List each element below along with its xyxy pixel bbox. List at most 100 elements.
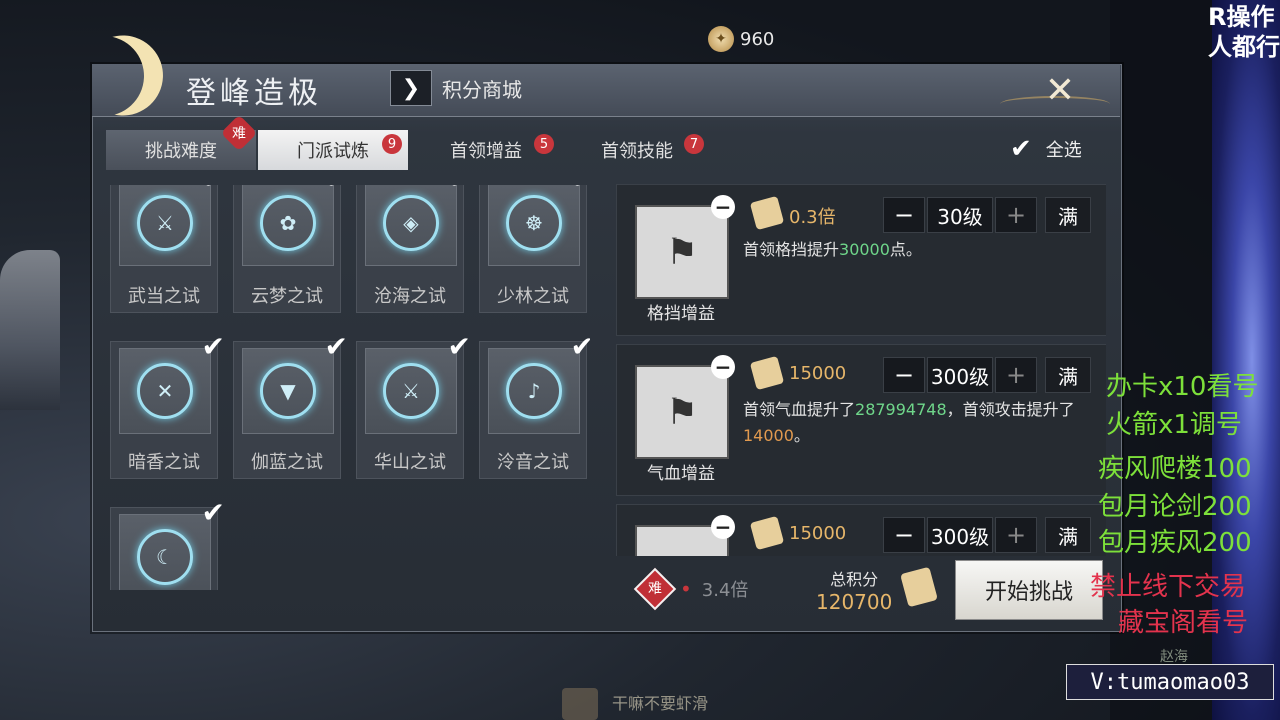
buff-description: 首领气血提升了287994748，首领攻击提升了14000。 [743,400,1075,445]
increase-button[interactable]: + [995,357,1037,393]
buff-item-health: ⚑ − 气血增益 15000 − 300级 + 满 首领气血提升了2879947… [616,344,1106,496]
trial-label: 少林之试 [497,286,569,307]
overlay-ad-3: 疾风爬楼100 [1098,454,1252,484]
tab-boss-skill[interactable]: 首领技能 7 [576,130,704,170]
trial-label: 泠音之试 [497,452,569,473]
trial-grid: ⚔ 武当之试 ✔ ✿ 云梦之试 ✔ ◈ 沧海之试 ✔ ☸ 少林之试 ✔ ✕ 暗香… [110,185,590,590]
tab-label: 门派试炼 [297,141,369,162]
points-shop-link[interactable]: 积分商城 [442,74,522,103]
decrease-button[interactable]: − [883,197,925,233]
max-button[interactable]: 满 [1045,517,1091,553]
trial-icon: ⚔ [365,348,457,434]
level-stepper: − 30级 + 满 [883,197,1091,233]
buff-item-third: ⚑ − 15000 − 300级 + 满 [616,504,1106,556]
increase-button[interactable]: + [995,517,1037,553]
flag-icon: ⚑ [635,365,729,459]
scroll-icon [749,355,785,391]
select-all-toggle[interactable]: ✔ 全选 [1010,136,1082,162]
trial-label: 武当之试 [128,286,200,307]
streamer-id: V:tumaomao03 [1066,664,1274,700]
checkmark-icon: ✔ [324,330,348,363]
overlay-ad-1: 办卡x10看号 [1106,372,1259,402]
overlay-ad-5: 包月疾风200 [1098,528,1252,558]
total-points: 总积分 120700 [816,566,892,614]
chat-avatar-icon [562,688,598,720]
tab-label: 挑战难度 [145,141,217,162]
total-value: 120700 [816,590,893,614]
increase-button[interactable]: + [995,197,1037,233]
select-all-label: 全选 [1045,140,1082,161]
trial-card-huashan[interactable]: ⚔ 华山之试 ✔ [356,330,471,479]
start-challenge-button[interactable]: 开始挑战 [955,560,1103,620]
trial-card-wudang[interactable]: ⚔ 武当之试 ✔ [110,185,225,313]
checkmark-icon: ✔ [447,330,471,363]
hard-badge: 难 [633,567,677,611]
trial-card-yunmeng[interactable]: ✿ 云梦之试 ✔ [233,185,348,313]
count-badge: 5 [534,134,554,154]
decrease-button[interactable]: − [883,517,925,553]
scroll-icon [749,515,785,551]
trial-icon: ✿ [242,185,334,266]
checkmark-icon: ✔ [202,185,225,195]
remove-buff-button[interactable]: − [711,515,735,539]
trial-card-qielan[interactable]: ▼ 伽蓝之试 ✔ [233,330,348,479]
scroll-icon [749,195,785,231]
trial-label: 华山之试 [374,452,446,473]
level-stepper: − 300级 + 满 [883,357,1091,393]
trial-label: 云梦之试 [251,286,323,307]
buff-multiplier: 15000 [789,523,847,544]
overlay-ad-4: 包月论剑200 [1098,492,1252,522]
trial-icon: ☾ [119,514,211,590]
trial-card-shaolin[interactable]: ☸ 少林之试 ✔ [479,185,590,313]
buff-multiplier: 15000 [789,363,847,384]
currency-value: 960 [740,28,775,50]
count-badge: 9 [382,134,402,154]
decrease-button[interactable]: − [883,357,925,393]
dot-separator: • [680,577,692,601]
total-label: 总积分 [830,570,879,589]
tab-difficulty[interactable]: 挑战难度 难 [106,114,258,170]
level-stepper: − 300级 + 满 [883,517,1091,553]
close-icon: ✕ [1044,69,1076,111]
checkmark-icon: ✔ [325,185,348,195]
buff-multiplier: 0.3倍 [789,207,836,228]
max-button[interactable]: 满 [1045,357,1091,393]
trial-icon: ◈ [365,185,457,266]
tab-label: 首领增益 [450,141,522,162]
remove-buff-button[interactable]: − [711,355,735,379]
trial-icon: ♪ [488,348,580,434]
checkmark-icon: ✔ [448,185,471,195]
close-button[interactable]: ✕ [1040,69,1080,111]
checkmark-icon: ✔ [201,496,225,529]
tab-label: 首领技能 [601,141,673,162]
trial-card-ninth[interactable]: ☾ ✔ [110,496,225,590]
buff-name: 气血增益 [647,464,715,484]
trial-label: 伽蓝之试 [251,452,323,473]
trial-card-anxiang[interactable]: ✕ 暗香之试 ✔ [110,330,225,479]
checkmark-icon: ✔ [201,330,225,363]
tab-boss-buff[interactable]: 首领增益 5 [426,130,554,170]
overlay-ad-6: 禁止线下交易 [1090,572,1247,602]
trial-card-lingyin[interactable]: ♪ 泠音之试 ✔ [479,330,590,479]
trial-icon: ⚔ [119,185,211,266]
checkmark-icon: ✔ [571,185,590,195]
overlay-ad-7: 藏宝阁看号 [1118,608,1249,638]
chevron-right-icon: ❯ [401,75,421,101]
trial-label: 暗香之试 [128,452,200,473]
shop-arrow-button[interactable]: ❯ [390,70,432,106]
buff-item-block: ⚑ − 格挡增益 0.3倍 − 30级 + 满 首领格挡提升30000点。 [616,184,1106,336]
page-title: 登峰造极 [186,76,322,111]
remove-buff-button[interactable]: − [711,195,735,219]
level-value: 30级 [927,197,993,233]
max-button[interactable]: 满 [1045,197,1091,233]
tab-sect-trial[interactable]: 门派试炼 9 [258,130,408,170]
overlay-corner-text: R操作 人都行 [1208,3,1280,61]
background-figure [0,250,60,410]
trial-card-canghai[interactable]: ◈ 沧海之试 ✔ [356,185,471,313]
trial-icon: ☸ [488,185,580,266]
trial-label: 沧海之试 [374,286,446,307]
chat-message: 干嘛不要虾滑 [612,694,709,713]
flag-icon: ⚑ [635,205,729,299]
difficulty-indicator: 难 • 3.4倍 [633,567,748,611]
count-badge: 7 [684,134,704,154]
